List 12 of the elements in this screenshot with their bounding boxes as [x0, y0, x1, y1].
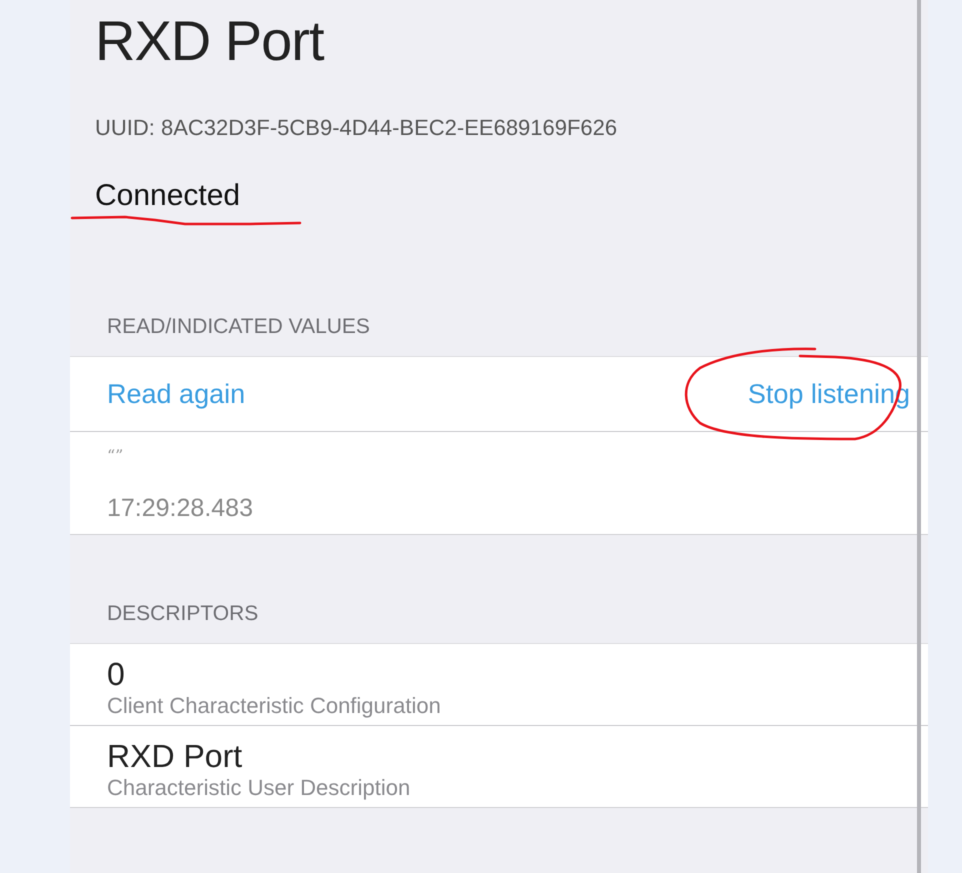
- descriptor-value: 0: [107, 656, 126, 693]
- section-header: DESCRIPTORS: [106, 600, 260, 627]
- link-button[interactable]: Read again: [107, 374, 246, 414]
- uuid-text: UUID: 8AC32D3F-5CB9-4D44-BEC2-EE689169F626: [94, 114, 618, 142]
- value-text: “”: [106, 445, 124, 468]
- status-text: Connected: [94, 178, 242, 214]
- descriptor-description: Characteristic User Description: [107, 775, 412, 802]
- page-title: RXD Port: [94, 8, 326, 72]
- descriptor-value: RXD Port: [107, 738, 244, 776]
- timestamp-text: 17:29:28.483: [106, 493, 254, 524]
- section-header: READ/INDICATED VALUES: [106, 314, 371, 340]
- descriptor-description: Client Characteristic Configuration: [107, 692, 442, 720]
